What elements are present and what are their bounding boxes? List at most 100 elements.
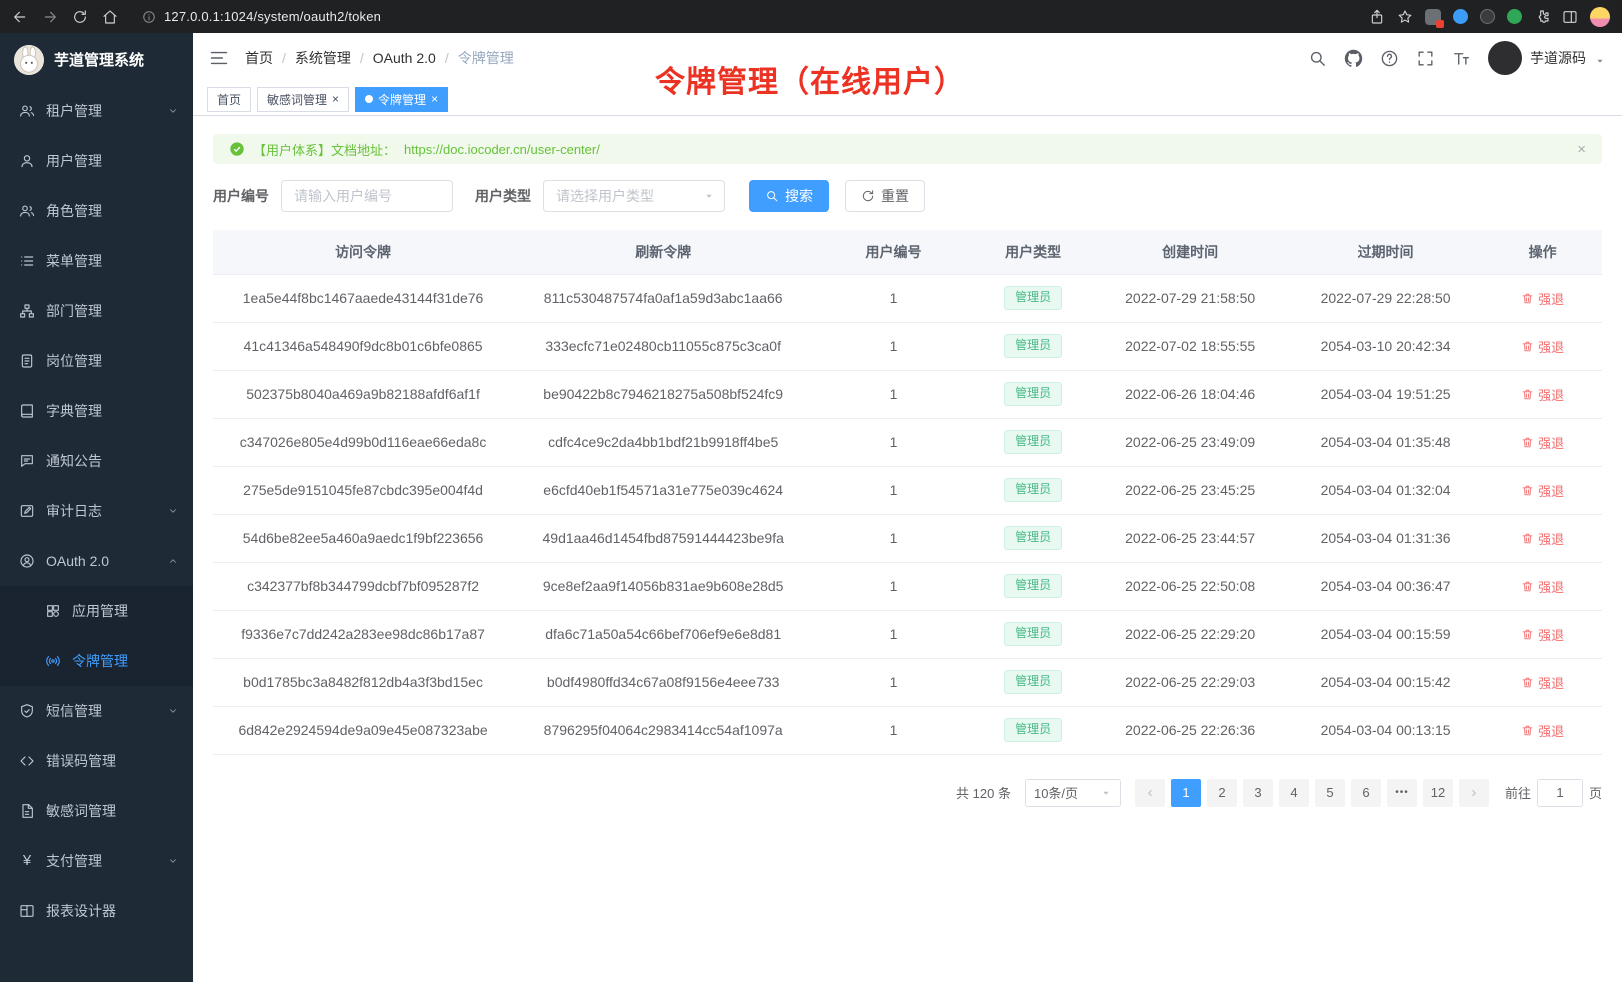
url-text: 127.0.0.1:1024/system/oauth2/token: [164, 9, 381, 24]
caret-down-icon: [1100, 787, 1112, 799]
back-icon[interactable]: [12, 9, 28, 25]
user-menu[interactable]: 芋道源码: [1488, 41, 1606, 75]
org-tree-icon: [19, 303, 35, 319]
user-type-badge: 管理员: [1004, 622, 1062, 646]
table-row: c342377bf8b344799dcbf7bf095287f2 9ce8ef2…: [213, 562, 1602, 610]
user-type-select[interactable]: 请选择用户类型: [543, 180, 725, 212]
sidebar-item-pay[interactable]: ¥ 支付管理: [0, 836, 193, 886]
sidebar-item-oauth-token[interactable]: 令牌管理: [0, 636, 193, 686]
force-logout-button[interactable]: 强退: [1521, 385, 1564, 404]
tab-token[interactable]: 令牌管理 ×: [355, 87, 448, 112]
page-button[interactable]: 12: [1423, 779, 1453, 807]
address-bar[interactable]: 127.0.0.1:1024/system/oauth2/token: [132, 4, 1355, 30]
user-id-input[interactable]: [281, 180, 453, 212]
force-logout-button[interactable]: 强退: [1521, 529, 1564, 548]
sidebar-item-post[interactable]: 岗位管理: [0, 336, 193, 386]
search-button[interactable]: 搜索: [749, 180, 829, 212]
extension-icon[interactable]: [1480, 9, 1495, 24]
reload-icon[interactable]: [72, 9, 88, 25]
tab-home[interactable]: 首页: [207, 87, 251, 112]
breadcrumb: 首页 / 系统管理 / OAuth 2.0 / 令牌管理: [245, 48, 514, 68]
sidebar-item-oauth[interactable]: OAuth 2.0: [0, 536, 193, 586]
force-logout-button[interactable]: 强退: [1521, 721, 1564, 740]
page-button[interactable]: 1: [1171, 779, 1201, 807]
table-row: 1ea5e44f8bc1467aaede43144f31de76 811c530…: [213, 274, 1602, 322]
github-icon[interactable]: [1344, 49, 1363, 68]
share-icon[interactable]: [1369, 9, 1385, 25]
next-page-button[interactable]: [1459, 779, 1489, 807]
prev-page-button[interactable]: [1135, 779, 1165, 807]
sidebar-item-auditlog[interactable]: 审计日志: [0, 486, 193, 536]
home-icon[interactable]: [102, 9, 118, 25]
sidebar-item-notice[interactable]: 通知公告: [0, 436, 193, 486]
reset-button[interactable]: 重置: [845, 180, 925, 212]
search-icon[interactable]: [1308, 49, 1327, 68]
trash-icon: [1521, 580, 1534, 593]
breadcrumb-home[interactable]: 首页: [245, 48, 273, 68]
sidebar-item-dept[interactable]: 部门管理: [0, 286, 193, 336]
trash-icon: [1521, 292, 1534, 305]
browser-profile-avatar[interactable]: [1590, 7, 1610, 27]
force-logout-button[interactable]: 强退: [1521, 433, 1564, 452]
sidebar-item-oauth-app[interactable]: 应用管理: [0, 586, 193, 636]
oauth-icon: [19, 553, 35, 569]
sidebar-item-errorcode[interactable]: 错误码管理: [0, 736, 193, 786]
close-icon[interactable]: ×: [1577, 142, 1586, 157]
goto-page-input[interactable]: [1537, 779, 1583, 807]
sidebar-item-menu[interactable]: 菜单管理: [0, 236, 193, 286]
app-logo: 芋道管理系统: [0, 33, 193, 86]
layout-icon: [19, 903, 35, 919]
user-icon: [19, 153, 35, 169]
sidebar-item-user[interactable]: 用户管理: [0, 136, 193, 186]
close-icon[interactable]: ×: [332, 93, 339, 105]
extension-icon[interactable]: [1507, 9, 1522, 24]
table-row: 502375b8040a469a9b82188afdf6af1f be90422…: [213, 370, 1602, 418]
extension-icon[interactable]: [1425, 9, 1441, 25]
col-user-id: 用户编号: [813, 230, 974, 274]
sidebar-item-dict[interactable]: 字典管理: [0, 386, 193, 436]
font-size-icon[interactable]: [1452, 49, 1471, 68]
col-access-token: 访问令牌: [213, 230, 513, 274]
force-logout-button[interactable]: 强退: [1521, 673, 1564, 692]
force-logout-button[interactable]: 强退: [1521, 577, 1564, 596]
breadcrumb-system[interactable]: 系统管理: [295, 48, 351, 68]
tab-sensitive-word[interactable]: 敏感词管理 ×: [257, 87, 349, 112]
extension-icon[interactable]: [1453, 9, 1468, 24]
caret-down-icon: [703, 190, 715, 202]
sidebar-item-sensitiveword[interactable]: 敏感词管理: [0, 786, 193, 836]
alert-text: 【用户体系】文档地址：: [253, 140, 396, 159]
help-icon[interactable]: [1380, 49, 1399, 68]
page-button[interactable]: 4: [1279, 779, 1309, 807]
page-button[interactable]: 2: [1207, 779, 1237, 807]
trash-icon: [1521, 388, 1534, 401]
page-button[interactable]: 6: [1351, 779, 1381, 807]
page-button[interactable]: 3: [1243, 779, 1273, 807]
force-logout-button[interactable]: 强退: [1521, 481, 1564, 500]
side-panel-icon[interactable]: [1562, 9, 1578, 25]
more-pages-button[interactable]: •••: [1387, 779, 1417, 807]
extensions-puzzle-icon[interactable]: [1534, 9, 1550, 25]
page-size-select[interactable]: 10条/页: [1025, 779, 1121, 807]
browser-toolbar-right: [1369, 7, 1610, 27]
sidebar-item-tenant[interactable]: 租户管理: [0, 86, 193, 136]
user-type-badge: 管理员: [1004, 430, 1062, 454]
sidebar-item-role[interactable]: 角色管理: [0, 186, 193, 236]
forward-icon[interactable]: [42, 9, 58, 25]
menu-list-icon: [19, 253, 35, 269]
force-logout-button[interactable]: 强退: [1521, 625, 1564, 644]
close-icon[interactable]: ×: [431, 93, 438, 105]
page-button[interactable]: 5: [1315, 779, 1345, 807]
breadcrumb-oauth[interactable]: OAuth 2.0: [373, 50, 436, 66]
doc-link[interactable]: https://doc.iocoder.cn/user-center/: [404, 142, 600, 157]
hamburger-icon[interactable]: [209, 48, 229, 68]
force-logout-button[interactable]: 强退: [1521, 289, 1564, 308]
trash-icon: [1521, 436, 1534, 449]
sidebar-item-sms[interactable]: 短信管理: [0, 686, 193, 736]
sidebar-item-reportdesigner[interactable]: 报表设计器: [0, 886, 193, 936]
bookmark-star-icon[interactable]: [1397, 9, 1413, 25]
chevron-up-icon: [167, 555, 179, 567]
user-type-badge: 管理员: [1004, 478, 1062, 502]
force-logout-button[interactable]: 强退: [1521, 337, 1564, 356]
fullscreen-icon[interactable]: [1416, 49, 1435, 68]
username: 芋道源码: [1530, 48, 1586, 68]
